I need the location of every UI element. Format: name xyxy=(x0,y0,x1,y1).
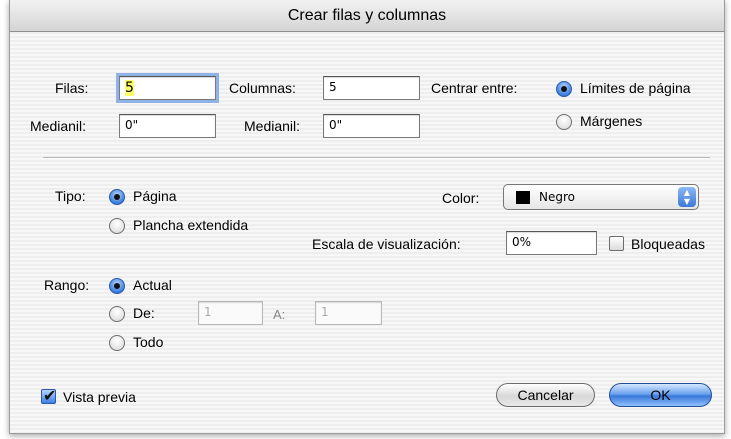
cancel-button[interactable]: Cancelar xyxy=(496,383,595,407)
radio-range-from[interactable] xyxy=(109,306,125,322)
margins-label: Márgenes xyxy=(580,113,643,129)
type-label: Tipo: xyxy=(55,188,86,204)
radio-range-current[interactable] xyxy=(109,278,125,294)
range-label: Rango: xyxy=(44,277,90,293)
color-popup[interactable]: Negro ▲ ▼ xyxy=(503,184,699,210)
radio-margins[interactable] xyxy=(556,114,572,130)
range-from-label: De: xyxy=(133,305,155,321)
range-to-input[interactable]: 1 xyxy=(315,301,382,325)
range-all-label: Todo xyxy=(133,334,164,350)
preview-label: Vista previa xyxy=(63,389,136,405)
updown-arrows-icon: ▲ ▼ xyxy=(678,187,696,207)
gutter-rows-value: 0" xyxy=(125,118,139,132)
range-to-label: A: xyxy=(273,307,286,322)
type-page-label: Página xyxy=(133,188,177,204)
radio-page-limits[interactable] xyxy=(556,81,572,97)
ok-button[interactable]: OK xyxy=(609,383,712,407)
range-current-label: Actual xyxy=(133,277,172,293)
rows-input[interactable]: 5 xyxy=(116,73,219,103)
radio-type-page[interactable] xyxy=(109,189,125,205)
gutter-label-rows: Medianil: xyxy=(30,118,87,134)
view-scale-input[interactable]: 0% xyxy=(506,231,597,255)
gutter-rows-input[interactable]: 0" xyxy=(119,114,216,138)
radio-type-spread[interactable] xyxy=(109,218,125,234)
color-label: Color: xyxy=(442,190,480,206)
view-scale-label: Escala de visualización: xyxy=(312,236,461,252)
range-from-value: 1 xyxy=(204,305,212,319)
gutter-columns-input[interactable]: 0" xyxy=(323,114,420,138)
create-rows-columns-dialog: Crear filas y columnas Filas: 5 Columnas… xyxy=(9,0,725,434)
columns-input[interactable]: 5 xyxy=(323,76,420,100)
view-scale-value: 0% xyxy=(512,235,532,249)
page-limits-label: Límites de página xyxy=(580,80,691,96)
range-from-input[interactable]: 1 xyxy=(198,301,263,325)
center-between-label: Centrar entre: xyxy=(431,80,518,96)
color-value: Negro xyxy=(539,190,575,204)
range-to-value: 1 xyxy=(321,305,329,319)
rows-label: Filas: xyxy=(55,80,89,96)
columns-value: 5 xyxy=(329,80,337,94)
radio-range-all[interactable] xyxy=(109,335,125,351)
locked-checkbox[interactable] xyxy=(609,236,624,251)
color-swatch xyxy=(516,191,530,204)
preview-checkbox[interactable] xyxy=(41,386,56,405)
type-spread-label: Plancha extendida xyxy=(133,217,249,233)
rows-value: 5 xyxy=(125,80,134,96)
gutter-columns-value: 0" xyxy=(329,118,343,132)
dialog-title: Crear filas y columnas xyxy=(10,0,724,32)
gutter-label-columns: Medianil: xyxy=(244,118,301,134)
section-divider xyxy=(43,157,710,159)
columns-label: Columnas: xyxy=(229,80,296,96)
locked-label: Bloqueadas xyxy=(631,236,705,252)
